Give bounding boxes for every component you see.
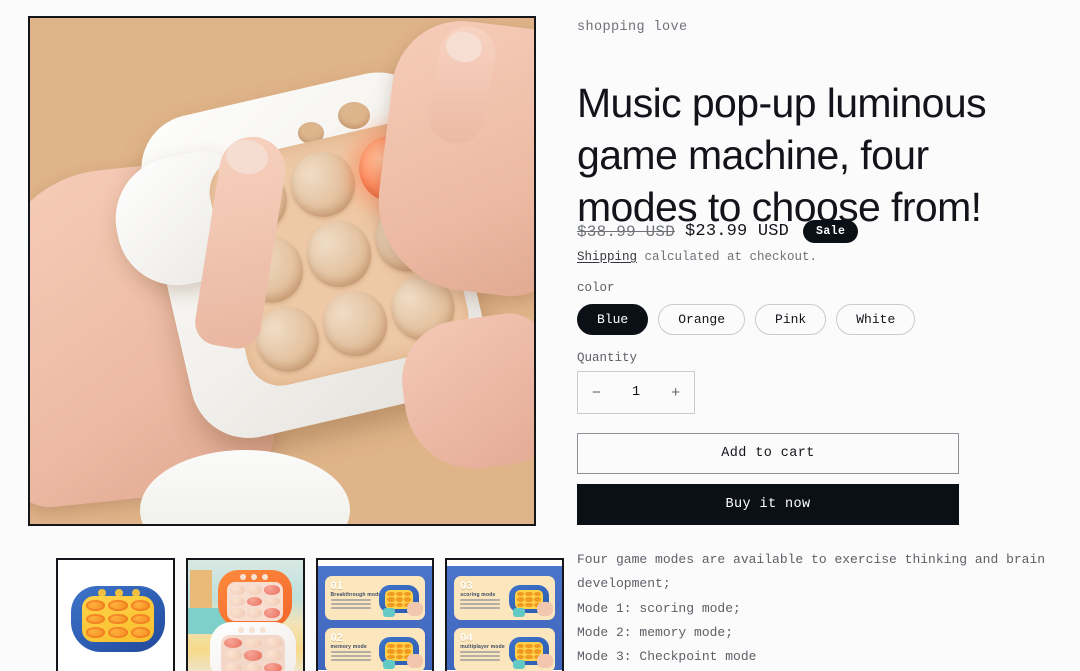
hand-cuff — [513, 608, 525, 617]
white-console-buttons — [237, 627, 266, 633]
product-vendor: shopping love — [577, 20, 688, 35]
mode-number: 02 — [330, 632, 343, 644]
product-description: Four game modes are available to exercis… — [577, 548, 1072, 669]
product-page: 01 Breakthrough mode 02 memory mode 03 s… — [0, 0, 1080, 671]
mode-card-02: 02 memory mode — [324, 628, 426, 671]
mode-card-01: 01 Breakthrough mode — [324, 576, 426, 620]
bubble — [284, 145, 362, 224]
mode-description-lines — [460, 599, 501, 611]
color-swatches: Blue Orange Pink White — [577, 304, 916, 335]
mode-description-lines — [460, 651, 501, 663]
mode-title: Breakthrough mode — [330, 592, 382, 598]
description-line-2: development; — [577, 576, 671, 592]
quantity-stepper[interactable]: − 1 + — [577, 371, 695, 414]
description-line-3: Mode 1: scoring mode; — [577, 600, 741, 616]
main-product-image[interactable] — [28, 16, 536, 526]
buy-it-now-button[interactable]: Buy it now — [577, 484, 959, 525]
page-title: Music pop-up luminous game machine, four… — [577, 80, 987, 231]
thumbnail-2[interactable] — [185, 558, 305, 671]
hand-illustration — [407, 654, 424, 668]
console-button-large — [338, 102, 370, 129]
quantity-increase-button[interactable]: + — [671, 385, 680, 400]
color-swatch-orange[interactable]: Orange — [658, 304, 746, 335]
description-line-5: Mode 3: Checkpoint mode — [577, 649, 757, 665]
hand-illustration — [537, 602, 553, 616]
description-line-1: Four game modes are available to exercis… — [577, 552, 1046, 567]
hand-cuff — [383, 608, 396, 617]
hand-illustration — [407, 602, 424, 616]
hand-illustration — [537, 654, 553, 668]
thumbnail-4[interactable]: 03 scoring mode 04 multiplayer mode — [445, 558, 564, 671]
white-console-pad — [220, 635, 285, 671]
mode-title: scoring mode — [460, 592, 496, 598]
scene-box — [189, 570, 212, 612]
mode-title: multiplayer mode — [460, 644, 505, 650]
mode-number: 01 — [330, 580, 343, 592]
yellow-bubble-pad — [82, 596, 154, 642]
thumbnail-strip: 01 Breakthrough mode 02 memory mode 03 s… — [56, 558, 564, 671]
color-swatch-pink[interactable]: Pink — [755, 304, 827, 335]
mode-number: 04 — [460, 632, 473, 644]
white-console — [209, 622, 296, 671]
color-swatch-blue[interactable]: Blue — [577, 304, 649, 335]
bubble — [316, 284, 394, 363]
mode-title: memory mode — [330, 644, 367, 650]
mode-card-03: 03 scoring mode — [454, 576, 555, 620]
current-price: $23.99 USD — [685, 222, 790, 241]
hand-cuff — [383, 660, 396, 669]
quantity-input[interactable]: 1 — [632, 385, 640, 400]
product-gallery: 01 Breakthrough mode 02 memory mode 03 s… — [28, 16, 564, 671]
orange-console-pad — [226, 582, 283, 621]
thumbnail-3[interactable]: 01 Breakthrough mode 02 memory mode — [315, 558, 435, 671]
compare-at-price: $38.99 USD — [577, 222, 676, 241]
shipping-note: Shipping calculated at checkout. — [577, 250, 817, 264]
quantity-decrease-button[interactable]: − — [592, 385, 601, 400]
add-to-cart-button[interactable]: Add to cart — [577, 433, 959, 474]
hand-cuff — [513, 660, 525, 669]
shipping-policy-link[interactable]: Shipping — [577, 250, 637, 264]
color-swatch-white[interactable]: White — [836, 304, 916, 335]
mode-card-04: 04 multiplayer mode — [454, 628, 555, 671]
mode-number: 03 — [460, 580, 473, 592]
thumbnail-1[interactable] — [56, 558, 175, 671]
mode-description-lines — [330, 599, 371, 611]
color-option-label: color — [577, 281, 615, 295]
orange-console-buttons — [239, 574, 268, 580]
orange-console — [217, 570, 292, 628]
product-info: shopping love Music pop-up luminous game… — [577, 0, 1080, 671]
description-line-4: Mode 2: memory mode; — [577, 624, 734, 640]
infographic-3-panel: 01 Breakthrough mode 02 memory mode — [317, 566, 433, 671]
quantity-label: Quantity — [577, 351, 638, 365]
price-row: $38.99 USD $23.99 USD Sale — [577, 220, 859, 243]
mode-description-lines — [330, 651, 371, 663]
infographic-4-panel: 03 scoring mode 04 multiplayer mode — [447, 566, 562, 671]
bubble — [300, 215, 378, 293]
status-badge: Sale — [803, 220, 859, 243]
shipping-note-text: calculated at checkout. — [644, 250, 818, 264]
